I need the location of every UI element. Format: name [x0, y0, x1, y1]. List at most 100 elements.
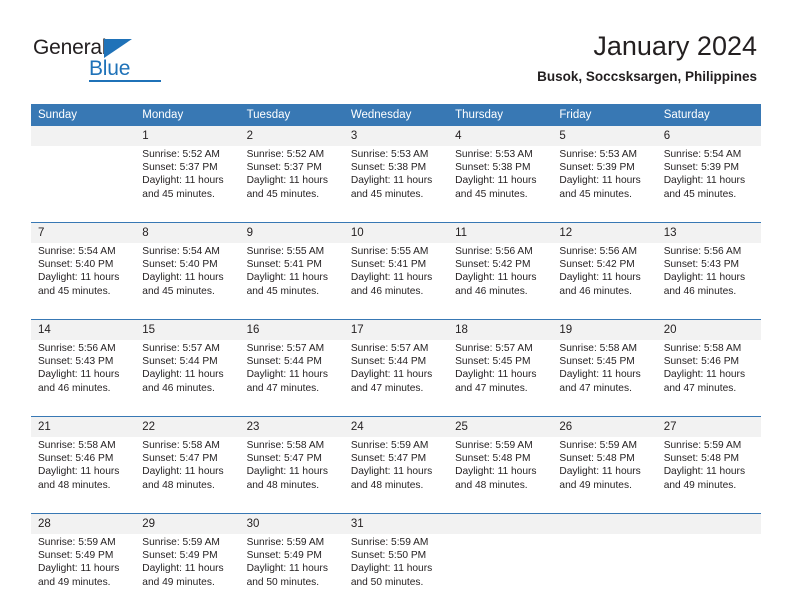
day-cell[interactable]: Sunrise: 5:57 AM Sunset: 5:44 PM Dayligh…: [239, 340, 344, 417]
day-cell[interactable]: Sunrise: 5:59 AM Sunset: 5:48 PM Dayligh…: [448, 437, 553, 514]
sunset-text: Sunset: 5:38 PM: [455, 162, 531, 174]
day-number[interactable]: [552, 513, 657, 534]
day-cell[interactable]: Sunrise: 5:59 AM Sunset: 5:49 PM Dayligh…: [239, 534, 344, 610]
day-cell[interactable]: Sunrise: 5:58 AM Sunset: 5:47 PM Dayligh…: [135, 437, 240, 514]
day-cell[interactable]: Sunrise: 5:56 AM Sunset: 5:42 PM Dayligh…: [552, 243, 657, 320]
day-cell[interactable]: Sunrise: 5:53 AM Sunset: 5:39 PM Dayligh…: [552, 146, 657, 223]
day-cell[interactable]: Sunrise: 5:53 AM Sunset: 5:38 PM Dayligh…: [343, 146, 449, 223]
generalblue-logo[interactable]: General Blue: [33, 36, 163, 82]
day-number[interactable]: 16: [239, 319, 344, 340]
day-cell[interactable]: Sunrise: 5:57 AM Sunset: 5:45 PM Dayligh…: [448, 340, 553, 417]
day-number[interactable]: [448, 513, 553, 534]
day-number[interactable]: 15: [135, 319, 240, 340]
sunrise-text: Sunrise: 5:54 AM: [142, 246, 220, 257]
day-number[interactable]: 4: [448, 126, 553, 146]
day-cell[interactable]: [31, 146, 136, 223]
day-number[interactable]: 12: [552, 222, 657, 243]
sunrise-text: Sunrise: 5:54 AM: [38, 246, 116, 257]
day-cell[interactable]: Sunrise: 5:58 AM Sunset: 5:45 PM Dayligh…: [552, 340, 657, 417]
day-number[interactable]: 20: [656, 319, 761, 340]
day-cell[interactable]: Sunrise: 5:56 AM Sunset: 5:43 PM Dayligh…: [656, 243, 761, 320]
daylight-text-line1: Daylight: 11 hours: [142, 466, 224, 478]
daylight-text-line2: and 45 minutes.: [663, 188, 737, 200]
daylight-text-line2: and 47 minutes.: [350, 382, 424, 394]
day-number[interactable]: 1: [135, 126, 240, 146]
day-cell[interactable]: [448, 534, 553, 610]
day-cell[interactable]: Sunrise: 5:59 AM Sunset: 5:48 PM Dayligh…: [552, 437, 657, 514]
day-number[interactable]: 25: [448, 416, 553, 437]
day-number[interactable]: 19: [552, 319, 657, 340]
day-cell[interactable]: Sunrise: 5:54 AM Sunset: 5:40 PM Dayligh…: [31, 243, 136, 320]
day-cell[interactable]: Sunrise: 5:59 AM Sunset: 5:50 PM Dayligh…: [343, 534, 449, 610]
day-cell[interactable]: Sunrise: 5:58 AM Sunset: 5:46 PM Dayligh…: [31, 437, 136, 514]
day-number[interactable]: 11: [448, 222, 553, 243]
day-number[interactable]: 28: [31, 513, 136, 534]
daylight-text-line2: and 47 minutes.: [246, 382, 320, 394]
week-row-details: Sunrise: 5:56 AM Sunset: 5:43 PM Dayligh…: [31, 340, 761, 417]
calendar-page: General Blue January 2024 Busok, Soccsks…: [0, 0, 792, 612]
day-cell[interactable]: Sunrise: 5:59 AM Sunset: 5:49 PM Dayligh…: [135, 534, 240, 610]
day-cell[interactable]: Sunrise: 5:58 AM Sunset: 5:46 PM Dayligh…: [656, 340, 761, 417]
week-row-daynums: 1 2 3 4 5 6: [31, 126, 761, 146]
day-cell[interactable]: Sunrise: 5:59 AM Sunset: 5:49 PM Dayligh…: [31, 534, 136, 610]
day-number[interactable]: 3: [343, 126, 449, 146]
sunset-text: Sunset: 5:39 PM: [663, 162, 740, 174]
day-number[interactable]: 24: [343, 416, 449, 437]
day-cell[interactable]: Sunrise: 5:53 AM Sunset: 5:38 PM Dayligh…: [448, 146, 553, 223]
daylight-text-line1: Daylight: 11 hours: [559, 466, 641, 478]
day-number[interactable]: 5: [552, 126, 657, 146]
daylight-text-line2: and 45 minutes.: [142, 285, 215, 297]
day-cell[interactable]: [552, 534, 657, 610]
day-cell[interactable]: Sunrise: 5:56 AM Sunset: 5:43 PM Dayligh…: [31, 340, 136, 417]
day-cell[interactable]: Sunrise: 5:59 AM Sunset: 5:47 PM Dayligh…: [343, 437, 449, 514]
daylight-text-line1: Daylight: 11 hours: [455, 272, 537, 284]
day-number[interactable]: 9: [239, 222, 344, 243]
day-cell[interactable]: Sunrise: 5:54 AM Sunset: 5:40 PM Dayligh…: [135, 243, 240, 320]
day-cell[interactable]: Sunrise: 5:57 AM Sunset: 5:44 PM Dayligh…: [343, 340, 449, 417]
day-number[interactable]: 21: [31, 416, 136, 437]
day-cell[interactable]: [656, 534, 761, 610]
day-number[interactable]: 8: [135, 222, 240, 243]
sunrise-text: Sunrise: 5:52 AM: [246, 149, 325, 160]
day-number[interactable]: 2: [239, 126, 344, 146]
day-number[interactable]: 22: [135, 416, 240, 437]
day-number[interactable]: 26: [552, 416, 657, 437]
daylight-text-line2: and 46 minutes.: [350, 285, 424, 297]
daylight-text-line1: Daylight: 11 hours: [559, 369, 641, 381]
daylight-text-line1: Daylight: 11 hours: [350, 175, 433, 187]
day-number[interactable]: 29: [135, 513, 240, 534]
day-cell[interactable]: Sunrise: 5:54 AM Sunset: 5:39 PM Dayligh…: [656, 146, 761, 223]
day-number[interactable]: 6: [656, 126, 761, 146]
daylight-text-line1: Daylight: 11 hours: [663, 175, 746, 187]
day-cell[interactable]: Sunrise: 5:55 AM Sunset: 5:41 PM Dayligh…: [343, 243, 449, 320]
daylight-text-line2: and 50 minutes.: [350, 576, 424, 588]
daylight-text-line2: and 45 minutes.: [455, 188, 528, 200]
sunset-text: Sunset: 5:45 PM: [455, 356, 531, 368]
day-number[interactable]: [31, 126, 136, 146]
sunset-text: Sunset: 5:43 PM: [663, 259, 740, 271]
daylight-text-line1: Daylight: 11 hours: [38, 466, 120, 478]
sunrise-text: Sunrise: 5:53 AM: [350, 149, 429, 160]
day-number[interactable]: 7: [31, 222, 136, 243]
day-cell[interactable]: Sunrise: 5:58 AM Sunset: 5:47 PM Dayligh…: [239, 437, 344, 514]
day-number[interactable]: 31: [343, 513, 449, 534]
day-number[interactable]: 13: [656, 222, 761, 243]
daylight-text-line2: and 45 minutes.: [142, 188, 215, 200]
day-cell[interactable]: Sunrise: 5:57 AM Sunset: 5:44 PM Dayligh…: [135, 340, 240, 417]
day-cell[interactable]: Sunrise: 5:52 AM Sunset: 5:37 PM Dayligh…: [239, 146, 344, 223]
day-number[interactable]: 10: [343, 222, 449, 243]
sunrise-text: Sunrise: 5:59 AM: [350, 440, 429, 451]
day-cell[interactable]: Sunrise: 5:52 AM Sunset: 5:37 PM Dayligh…: [135, 146, 240, 223]
day-cell[interactable]: Sunrise: 5:55 AM Sunset: 5:41 PM Dayligh…: [239, 243, 344, 320]
day-number[interactable]: 14: [31, 319, 136, 340]
day-cell[interactable]: Sunrise: 5:59 AM Sunset: 5:48 PM Dayligh…: [656, 437, 761, 514]
day-number[interactable]: 23: [239, 416, 344, 437]
day-number[interactable]: 30: [239, 513, 344, 534]
day-cell[interactable]: Sunrise: 5:56 AM Sunset: 5:42 PM Dayligh…: [448, 243, 553, 320]
calendar-header-row: Sunday Monday Tuesday Wednesday Thursday…: [31, 104, 761, 126]
day-number[interactable]: 17: [343, 319, 449, 340]
day-number[interactable]: 27: [656, 416, 761, 437]
sunset-text: Sunset: 5:49 PM: [246, 550, 322, 562]
day-number[interactable]: 18: [448, 319, 553, 340]
day-number[interactable]: [656, 513, 761, 534]
